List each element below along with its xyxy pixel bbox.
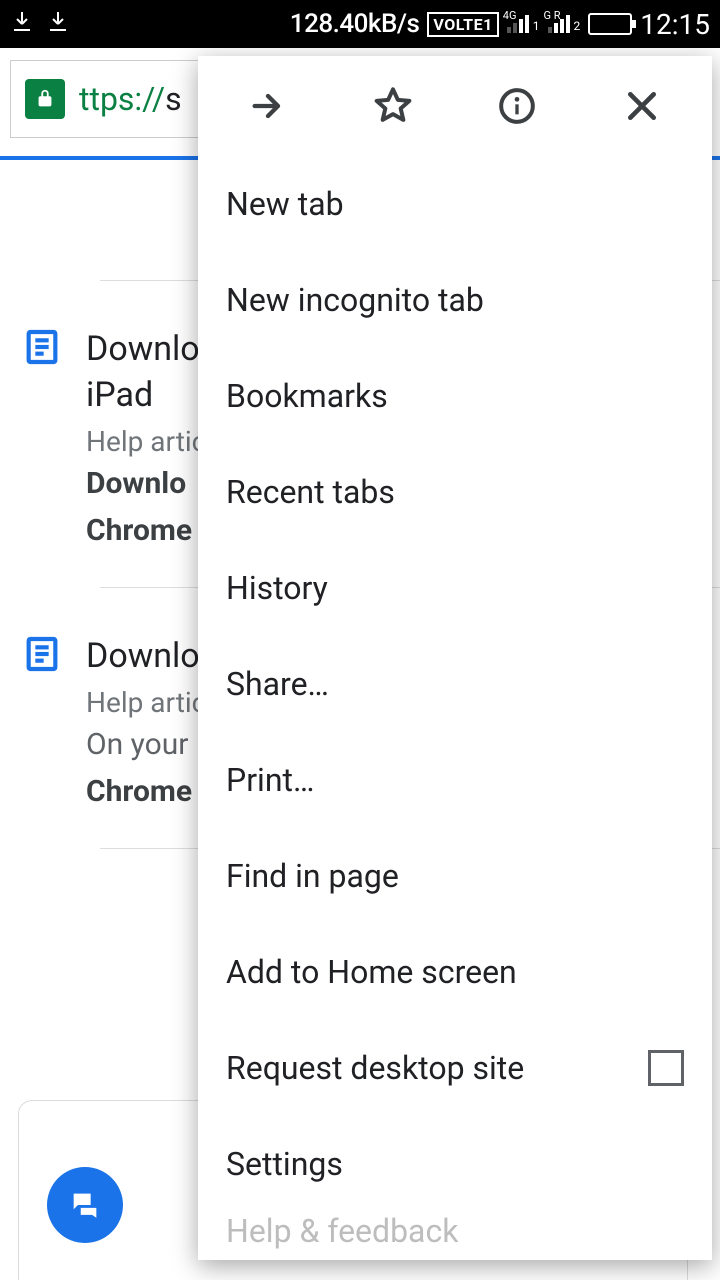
menu-item-label: New tab [226, 185, 344, 223]
result-title: Downlo [86, 634, 206, 680]
menu-item-label: History [226, 569, 328, 607]
signal-2-icon: G R 2 [548, 15, 581, 33]
lock-icon [25, 79, 65, 119]
menu-history[interactable]: History [198, 540, 712, 636]
result-text: Downlo iPad Help artic Downlo Chrome [86, 327, 206, 553]
checkbox-empty-icon[interactable] [648, 1050, 684, 1086]
menu-share[interactable]: Share… [198, 636, 712, 732]
menu-item-label: Share… [226, 665, 329, 703]
close-menu-button[interactable] [614, 78, 670, 134]
bookmark-star-button[interactable] [365, 78, 421, 134]
result-title: Downlo [86, 327, 206, 373]
download-icon [10, 9, 34, 39]
menu-recent-tabs[interactable]: Recent tabs [198, 444, 712, 540]
info-button[interactable] [489, 78, 545, 134]
menu-item-label: Bookmarks [226, 377, 388, 415]
result-line: Chrome [86, 770, 206, 814]
status-bar: 128.40kB/s VOLTE1 4G 1 G R 2 12:15 [0, 0, 720, 48]
menu-request-desktop[interactable]: Request desktop site [198, 1020, 712, 1116]
url-rest: s [165, 80, 182, 118]
menu-item-label: Find in page [226, 857, 399, 895]
menu-item-label: New incognito tab [226, 281, 484, 319]
menu-item-label: Help & feedback [226, 1212, 458, 1250]
forum-icon [47, 1167, 123, 1243]
network-speed: 128.40kB/s [290, 9, 420, 39]
menu-item-label: Request desktop site [226, 1049, 524, 1087]
result-line: On your [86, 723, 206, 767]
menu-help-feedback[interactable]: Help & feedback [198, 1212, 712, 1260]
clock: 12:15 [640, 8, 710, 41]
result-sub: Help artic [86, 425, 206, 458]
menu-bookmarks[interactable]: Bookmarks [198, 348, 712, 444]
result-line: Chrome [86, 509, 206, 553]
menu-print[interactable]: Print… [198, 732, 712, 828]
forward-button[interactable] [240, 78, 296, 134]
volte-badge: VOLTE1 [427, 12, 498, 37]
download-icon [46, 9, 70, 39]
menu-item-label: Print… [226, 761, 314, 799]
menu-add-to-home[interactable]: Add to Home screen [198, 924, 712, 1020]
status-left [10, 9, 70, 39]
menu-new-tab[interactable]: New tab [198, 156, 712, 252]
battery-icon [588, 13, 632, 35]
status-right: 128.40kB/s VOLTE1 4G 1 G R 2 12:15 [290, 8, 710, 41]
url-scheme: ttps:// [79, 80, 165, 118]
menu-item-label: Settings [226, 1145, 343, 1183]
menu-new-incognito[interactable]: New incognito tab [198, 252, 712, 348]
signal-1-icon: 4G 1 [507, 15, 540, 33]
document-icon [22, 327, 62, 553]
overflow-menu: New tab New incognito tab Bookmarks Rece… [198, 56, 712, 1260]
menu-icon-row [198, 56, 712, 156]
menu-settings[interactable]: Settings [198, 1116, 712, 1212]
result-line: Downlo [86, 462, 206, 506]
menu-find-in-page[interactable]: Find in page [198, 828, 712, 924]
document-icon [22, 634, 62, 814]
menu-item-label: Add to Home screen [226, 953, 517, 991]
result-sub: Help artic [86, 686, 206, 719]
menu-item-label: Recent tabs [226, 473, 395, 511]
result-title-2: iPad [86, 373, 206, 419]
result-text: Downlo Help artic On your Chrome [86, 634, 206, 814]
